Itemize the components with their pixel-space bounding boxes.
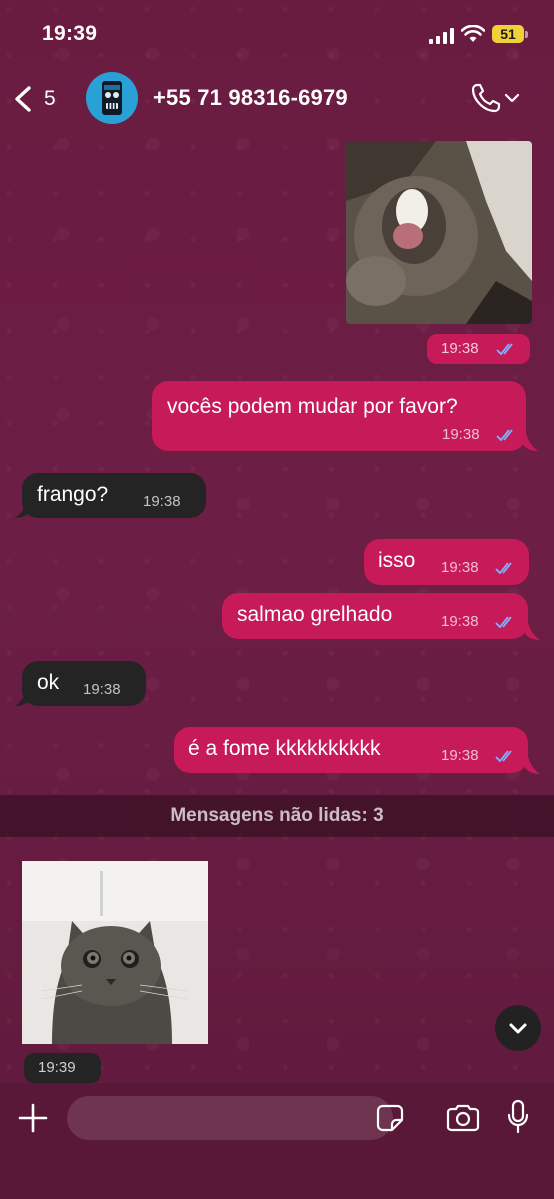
message-text: ok (37, 671, 60, 694)
status-bar: 19:39 51 (0, 0, 554, 70)
status-time: 19:39 (42, 22, 98, 45)
chat-header: 5 +55 71 98316-6979 (0, 70, 554, 128)
double-check-read-icon (495, 562, 512, 575)
incoming-image-message[interactable] (22, 861, 208, 1044)
message-text: isso (378, 549, 416, 572)
plus-icon[interactable] (18, 1103, 48, 1133)
double-check-read-icon (496, 429, 513, 442)
wifi-icon (461, 25, 485, 42)
message-composer (0, 1083, 554, 1199)
message-time: 19:38 (83, 681, 121, 698)
battery-indicator: 51 (492, 25, 524, 43)
message-time: 19:38 (441, 747, 479, 764)
incoming-message-bubble[interactable]: ok 19:38 (22, 661, 146, 706)
outgoing-message-bubble[interactable]: salmao grelhado 19:38 (222, 593, 528, 639)
unread-chats-count[interactable]: 5 (44, 87, 56, 111)
message-time: 19:39 (38, 1059, 76, 1076)
message-text: salmao grelhado (237, 603, 393, 626)
chat-screen: 19:39 51 5 +55 71 98316-6979 19:38 vocês… (0, 0, 554, 1199)
bubble-tail (524, 622, 540, 640)
microphone-icon[interactable] (506, 1099, 530, 1135)
chevron-down-icon (509, 1023, 527, 1034)
phone-call-icon[interactable] (470, 82, 504, 114)
bubble-tail (524, 756, 540, 774)
contact-name[interactable]: +55 71 98316-6979 (153, 85, 348, 111)
double-check-read-icon (496, 343, 513, 356)
back-chevron-icon[interactable] (12, 86, 34, 112)
outgoing-message-bubble[interactable]: é a fome kkkkkkkkkk 19:38 (174, 727, 528, 773)
bubble-tail (522, 433, 538, 451)
camera-icon[interactable] (445, 1103, 481, 1133)
message-time: 19:38 (442, 426, 480, 443)
chevron-down-icon[interactable] (504, 92, 520, 104)
bubble-tail (15, 500, 31, 518)
tiki-mask-icon (102, 81, 122, 115)
message-time: 19:38 (441, 340, 479, 357)
double-check-read-icon (495, 616, 512, 629)
image-timestamp-chip: 19:38 (427, 334, 530, 364)
message-input[interactable] (67, 1096, 393, 1140)
message-time: 19:38 (143, 493, 181, 510)
cat-photo (346, 141, 532, 324)
scroll-to-bottom-button[interactable] (495, 1005, 541, 1051)
sticker-icon[interactable] (375, 1103, 405, 1133)
battery-tip (525, 31, 528, 38)
outgoing-message-bubble[interactable]: isso 19:38 (364, 539, 529, 585)
message-text: frango? (37, 483, 109, 506)
message-text: é a fome kkkkkkkkkk (188, 737, 381, 760)
wet-cat-photo (22, 861, 208, 1044)
image-timestamp-chip: 19:39 (24, 1053, 101, 1083)
message-text: vocês podem mudar por favor? (167, 395, 458, 418)
message-time: 19:38 (441, 559, 479, 576)
outgoing-message-bubble[interactable]: vocês podem mudar por favor? 19:38 (152, 381, 526, 451)
outgoing-image-message[interactable] (346, 141, 532, 324)
message-time: 19:38 (441, 613, 479, 630)
double-check-read-icon (495, 750, 512, 763)
contact-avatar[interactable] (86, 72, 138, 124)
unread-messages-divider: Mensagens não lidas: 3 (0, 795, 554, 837)
bubble-tail (15, 688, 31, 706)
cellular-signal-icon (429, 28, 454, 44)
incoming-message-bubble[interactable]: frango? 19:38 (22, 473, 206, 518)
